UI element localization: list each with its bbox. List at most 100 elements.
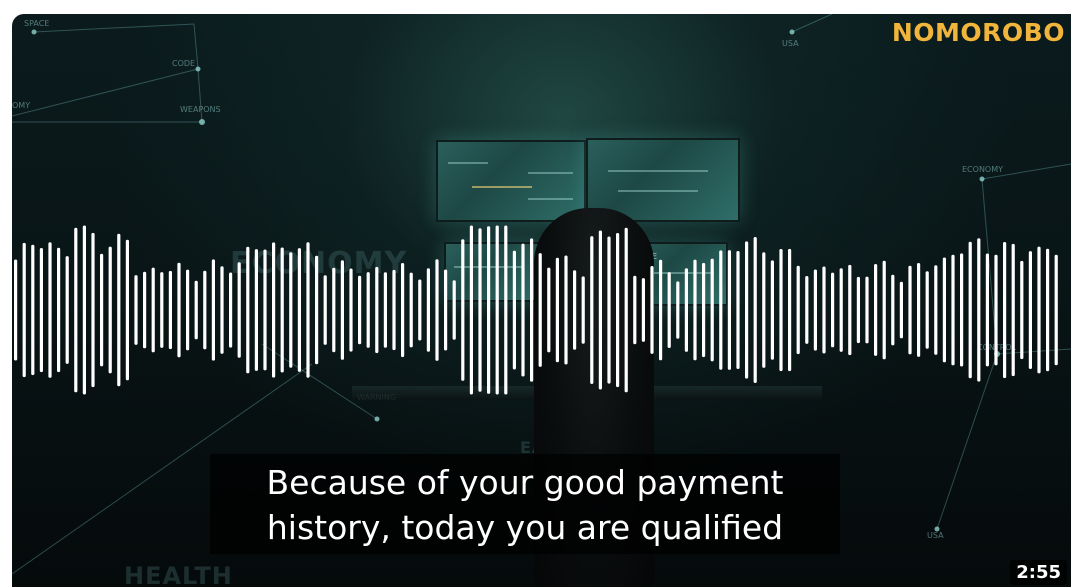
waveform-bar: [994, 254, 998, 366]
waveform-bar: [891, 274, 895, 346]
waveform-bar: [753, 237, 757, 383]
waveform-bar: [160, 272, 164, 348]
waveform-bar: [573, 270, 577, 350]
waveform-bar: [882, 260, 886, 360]
waveform-bar: [254, 249, 258, 371]
waveform-bar: [469, 225, 473, 395]
waveform-bar: [856, 276, 860, 344]
waveform-bar: [65, 256, 69, 364]
waveform-bar: [813, 269, 817, 351]
waveform-bar: [555, 257, 559, 363]
waveform-bar: [31, 244, 35, 376]
waveform-bar: [977, 238, 981, 382]
subtitle-caption: Because of your good payment history, to…: [210, 454, 840, 554]
waveform-bar: [100, 253, 104, 367]
waveform-bar: [383, 272, 387, 348]
waveform-bar: [452, 280, 456, 340]
waveform-bar: [564, 255, 568, 365]
waveform-bar: [719, 250, 723, 370]
waveform-bar: [581, 276, 585, 344]
waveform-bar: [186, 269, 190, 351]
waveform-bar: [865, 276, 869, 344]
waveform-bar: [796, 265, 800, 355]
waveform-bar: [745, 241, 749, 379]
waveform-bar: [693, 259, 697, 361]
waveform-bar: [598, 230, 602, 390]
waveform-bar: [366, 272, 370, 348]
caption-line-2: history, today you are qualified: [266, 508, 784, 547]
waveform-bar: [788, 248, 792, 372]
waveform-bar: [48, 242, 52, 378]
waveform-bar: [736, 251, 740, 369]
waveform-bar: [770, 260, 774, 360]
waveform-bar: [478, 228, 482, 392]
waveform-bar: [968, 241, 972, 379]
waveform-bar: [358, 275, 362, 345]
waveform-bar: [426, 268, 430, 352]
waveform-bar: [194, 280, 198, 340]
waveform-bar: [960, 253, 964, 367]
waveform-bar: [1028, 251, 1032, 369]
waveform-bar: [779, 249, 783, 372]
waveform-bar: [332, 267, 336, 353]
waveform-bar: [521, 243, 525, 377]
waveform-bar: [616, 233, 620, 388]
waveform-bar: [263, 249, 267, 371]
waveform-bar: [315, 255, 319, 365]
waveform-bar: [1037, 246, 1041, 374]
waveform-bar: [168, 270, 172, 350]
waveform-bar: [108, 246, 112, 374]
video-thumbnail[interactable]: SPACE CODE OMY WEAPONS USA ECONOMY CONTR…: [12, 14, 1071, 587]
waveform-bar: [91, 232, 95, 388]
waveform-bar: [409, 272, 413, 348]
waveform-bar: [229, 272, 233, 348]
waveform-bar: [246, 246, 250, 374]
caption-line-1: Because of your good payment: [266, 463, 784, 502]
waveform-bar: [985, 253, 989, 367]
waveform-bar: [74, 227, 78, 393]
waveform-bar: [151, 267, 155, 353]
waveform-bar: [392, 269, 396, 351]
waveform-bar: [547, 267, 551, 353]
waveform-bar: [349, 268, 353, 352]
waveform-bar: [633, 275, 637, 345]
waveform-bar: [495, 225, 499, 395]
waveform-bar: [805, 276, 809, 344]
waveform-bar: [530, 238, 534, 382]
waveform-bar: [727, 250, 731, 370]
waveform-bar: [461, 239, 465, 381]
waveform-bar: [435, 259, 439, 361]
waveform-bar: [211, 259, 215, 361]
waveform-bar: [641, 278, 645, 342]
waveform-bar: [340, 260, 344, 360]
waveform-bar: [306, 242, 310, 378]
waveform-bar: [839, 268, 843, 352]
waveform-bar: [504, 225, 508, 395]
waveform-bar: [177, 262, 181, 358]
waveform-bar: [512, 250, 516, 370]
waveform-bar: [684, 268, 688, 352]
waveform-bar: [1020, 260, 1024, 360]
waveform-bar: [237, 262, 241, 358]
waveform-bar: [942, 257, 946, 363]
waveform-bar: [848, 264, 852, 356]
waveform-bar: [762, 252, 766, 368]
waveform-bar: [831, 272, 835, 348]
waveform-bar: [203, 270, 207, 350]
waveform-bar: [676, 281, 680, 339]
waveform-bar: [297, 248, 301, 372]
waveform-bar: [375, 266, 379, 354]
waveform-bar: [1046, 248, 1050, 372]
waveform-bar: [874, 264, 878, 356]
waveform-bar: [659, 259, 663, 361]
waveform-bar: [125, 239, 129, 381]
waveform-bar: [917, 263, 921, 357]
waveform-bar: [822, 266, 826, 354]
waveform-bar: [702, 262, 706, 358]
waveform-bar: [57, 247, 61, 373]
waveform-bar: [487, 226, 491, 394]
video-duration-badge: 2:55: [1010, 560, 1067, 585]
waveform-bar: [908, 265, 912, 355]
waveform-bar: [538, 253, 542, 367]
waveform-bar: [272, 242, 276, 378]
